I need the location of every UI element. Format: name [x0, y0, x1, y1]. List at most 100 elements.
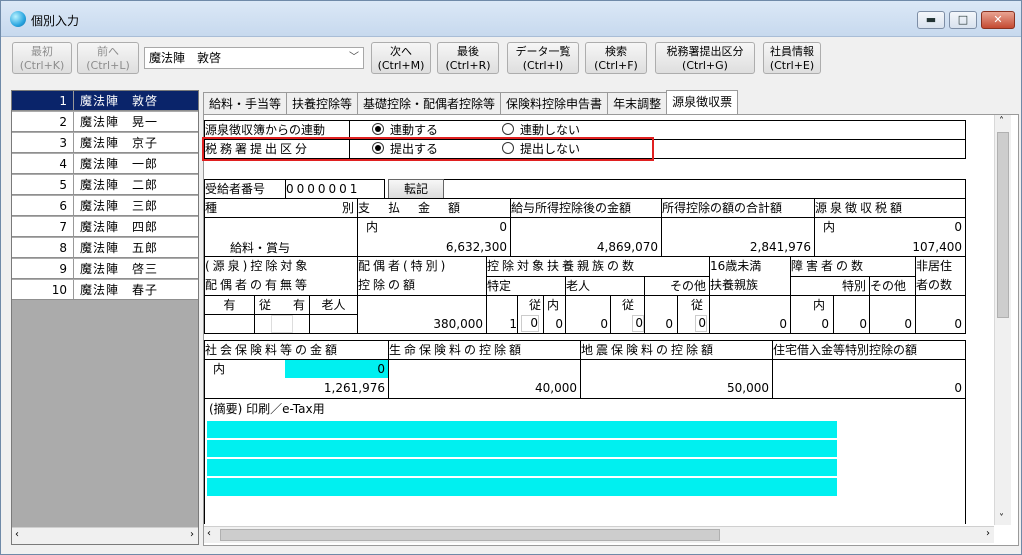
employee-row[interactable]: 10 魔法陣 春子	[12, 280, 198, 300]
search-button[interactable]: 検索 (Ctrl+F)	[585, 42, 647, 74]
minimize-button[interactable]: ▬	[917, 11, 945, 29]
recipient-no-input[interactable]: 0000001	[285, 179, 385, 199]
memo-line-3[interactable]	[207, 459, 837, 477]
tax-header: 源泉徴収税額	[814, 198, 966, 218]
employee-row[interactable]: 2 魔法陣 晃一	[12, 112, 198, 132]
housing-value: 0	[954, 381, 962, 395]
tokutei-count: 1	[509, 317, 517, 331]
tax-office-button[interactable]: 税務署提出区分 (Ctrl+G)	[655, 42, 755, 74]
spouse-ju-cell	[254, 314, 310, 334]
scroll-right-icon[interactable]: ›	[190, 529, 194, 540]
employee-row[interactable]: 9 魔法陣 啓三	[12, 259, 198, 279]
last-button[interactable]: 最後 (Ctrl+R)	[437, 42, 499, 74]
list-hscrollbar[interactable]: ‹ ›	[12, 527, 198, 544]
scroll-up-icon[interactable]: ˄	[999, 116, 1004, 127]
tokutei-cell: 従 1 0 内 0	[486, 295, 566, 334]
disabled-other-header: その他	[869, 276, 916, 296]
spouse-yes-cell[interactable]	[204, 314, 255, 334]
scroll-right-icon[interactable]: ›	[986, 528, 990, 539]
rojin-cell: 0 従 0	[565, 295, 645, 334]
memo-line-2[interactable]	[207, 440, 837, 458]
window-title: 個別入力	[31, 14, 80, 28]
tab-3[interactable]: 基礎控除・配偶者控除等	[357, 92, 502, 114]
spouse-ju-header: 従有	[254, 295, 310, 315]
disabled-other-value: 0	[869, 295, 916, 334]
pay-value: 6,632,300	[445, 240, 507, 254]
type-value: 給料・賞与	[229, 238, 333, 256]
spouse-ju-input[interactable]	[271, 315, 293, 333]
rojin-ju-input[interactable]: 0	[632, 315, 644, 332]
employee-row[interactable]: 1 魔法陣 敦啓	[12, 91, 198, 111]
social-header: 社会保険料等の金額	[204, 340, 389, 360]
tab-1[interactable]: 給料・手当等	[203, 92, 288, 114]
tab-5[interactable]: 年末調整	[607, 92, 668, 114]
employee-row[interactable]: 5 魔法陣 二郎	[12, 175, 198, 195]
life-value: 40,000	[535, 381, 577, 395]
employee-name: 魔法陣 四郎	[80, 220, 159, 234]
life-cell: 40,000	[388, 359, 581, 399]
employee-row[interactable]: 6 魔法陣 三郎	[12, 196, 198, 216]
spouse-ded-header: 配偶者(特別) 控除の額	[357, 256, 487, 296]
employee-row[interactable]: 7 魔法陣 四郎	[12, 217, 198, 237]
data-list-button[interactable]: データ一覧 (Ctrl+I)	[507, 42, 579, 74]
life-header: 生命保険料の控除額	[388, 340, 581, 360]
employee-row[interactable]: 4 魔法陣 一郎	[12, 154, 198, 174]
employee-no: 1	[12, 91, 74, 110]
spouse-yes-header: 有	[204, 295, 255, 315]
prev-button[interactable]: 前へ (Ctrl+L)	[77, 42, 139, 74]
quake-value: 50,000	[727, 381, 769, 395]
tenki-button[interactable]: 転記	[388, 179, 444, 199]
pay-header: 支 払 金 額	[357, 198, 511, 218]
after-header: 給与所得控除後の金額	[510, 198, 662, 218]
quake-cell: 50,000	[580, 359, 773, 399]
scroll-left-icon[interactable]: ‹	[207, 528, 211, 539]
social-inner-input[interactable]: 0	[285, 360, 388, 378]
tab-2[interactable]: 扶養控除等	[286, 92, 359, 114]
next-button[interactable]: 次へ (Ctrl+M)	[371, 42, 431, 74]
employee-name: 魔法陣 啓三	[80, 262, 159, 276]
tokutei-header: 特定	[486, 276, 566, 296]
dependent-header: 控除対象扶養親族の数	[486, 256, 710, 277]
memo-line-1[interactable]	[207, 421, 837, 439]
hscroll-thumb[interactable]	[220, 529, 720, 541]
tokubetsu-header: 特別	[790, 276, 870, 296]
employee-no: 10	[12, 280, 74, 299]
scroll-left-icon[interactable]: ‹	[15, 529, 19, 540]
after-value: 4,869,070	[596, 240, 658, 254]
form-hscrollbar[interactable]: ‹ ›	[204, 526, 994, 543]
maximize-button[interactable]: □	[949, 11, 977, 29]
title-bar: 個別入力 ▬ □ ✕	[1, 1, 1021, 37]
tab-4[interactable]: 保険料控除申告書	[500, 92, 609, 114]
employee-row[interactable]: 3 魔法陣 京子	[12, 133, 198, 153]
first-button[interactable]: 最初 (Ctrl+K)	[12, 42, 72, 74]
employee-name: 魔法陣 二郎	[80, 178, 159, 192]
employee-info-button[interactable]: 社員情報 (Ctrl+E)	[763, 42, 821, 74]
housing-cell: 0	[772, 359, 966, 399]
memo-line-4[interactable]	[207, 478, 837, 496]
employee-name: 魔法陣 京子	[80, 136, 159, 150]
tokutei-ju-input[interactable]: 0	[521, 315, 539, 332]
employee-row[interactable]: 8 魔法陣 五郎	[12, 238, 198, 258]
link-yes-radio[interactable]: 連動する	[372, 123, 438, 137]
nonresident-header: 非居住 者の数	[915, 256, 966, 296]
spouse-old-cell[interactable]	[309, 314, 358, 334]
employee-name: 魔法陣 敦啓	[80, 94, 159, 108]
tab-6[interactable]: 源泉徴収票	[666, 90, 739, 114]
pay-inner-input[interactable]: 0	[430, 218, 510, 236]
submit-highlight	[202, 137, 654, 161]
tokutei-inner: 0	[555, 317, 563, 331]
after-cell: 4,869,070	[510, 217, 662, 257]
pay-inner-label: 内	[366, 220, 379, 234]
other-ju-input[interactable]: 0	[695, 315, 707, 332]
type-cell: 給料・賞与	[204, 217, 358, 257]
other-header: その他	[644, 276, 710, 296]
rojin-inner: 0	[665, 317, 673, 331]
close-button[interactable]: ✕	[981, 11, 1015, 29]
tax-inner-input[interactable]: 0	[887, 218, 965, 236]
employee-select[interactable]: 魔法陣 敦啓 ﹀	[144, 47, 364, 69]
form-vscrollbar[interactable]: ˄ ˅	[994, 115, 1011, 525]
recipient-no-label: 受給者番号	[204, 179, 286, 199]
vscroll-thumb[interactable]	[997, 132, 1009, 318]
spouse-deduction-value: 380,000	[357, 295, 487, 334]
scroll-down-icon[interactable]: ˅	[999, 513, 1004, 524]
